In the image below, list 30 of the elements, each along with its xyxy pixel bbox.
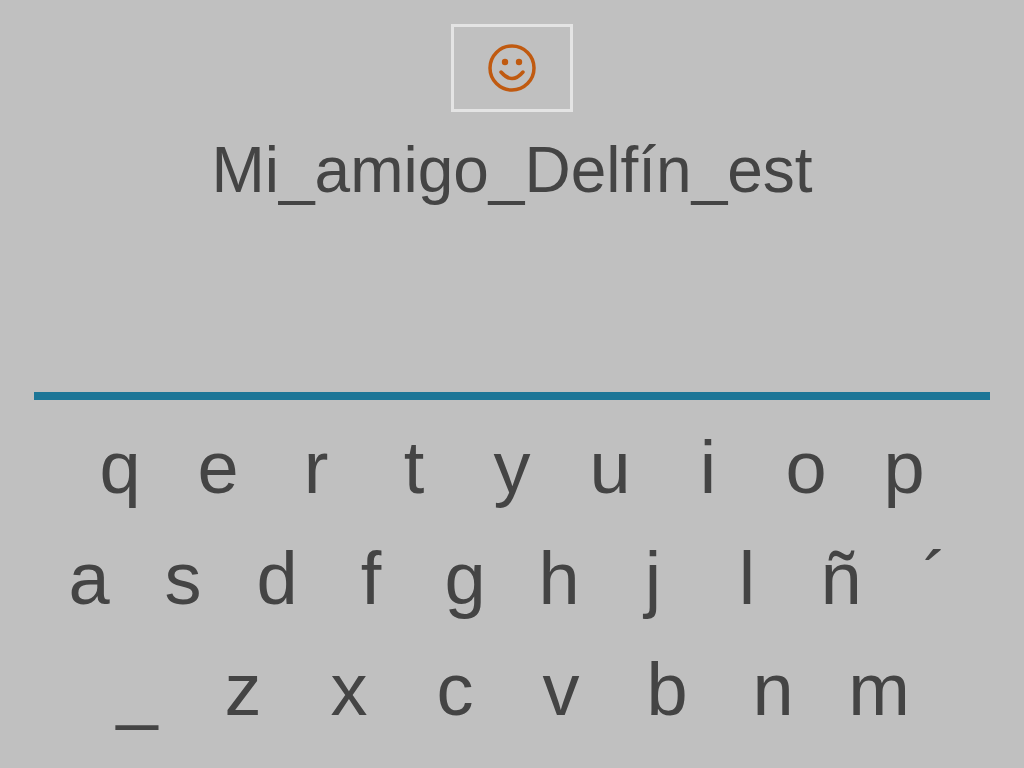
letter-key[interactable]: b xyxy=(622,644,712,735)
letter-key[interactable]: v xyxy=(516,644,606,735)
letter-key[interactable]: e xyxy=(173,422,263,513)
letter-key[interactable]: f xyxy=(326,533,416,624)
letter-key[interactable]: t xyxy=(369,422,459,513)
letter-key[interactable]: m xyxy=(834,644,924,735)
letter-key[interactable]: ´ xyxy=(890,533,980,624)
letter-key[interactable]: ñ xyxy=(796,533,886,624)
letter-key[interactable]: g xyxy=(420,533,510,624)
smiley-button[interactable] xyxy=(451,24,573,112)
letter-key[interactable]: z xyxy=(198,644,288,735)
letter-key[interactable]: h xyxy=(514,533,604,624)
smiley-icon xyxy=(487,43,537,93)
letter-key[interactable]: x xyxy=(304,644,394,735)
letter-key[interactable]: a xyxy=(44,533,134,624)
letter-key[interactable]: n xyxy=(728,644,818,735)
letter-key[interactable]: l xyxy=(702,533,792,624)
letter-key[interactable]: o xyxy=(761,422,851,513)
letter-key[interactable]: q xyxy=(75,422,165,513)
letter-key[interactable]: d xyxy=(232,533,322,624)
letter-key[interactable]: y xyxy=(467,422,557,513)
letter-key[interactable]: r xyxy=(271,422,361,513)
letter-key[interactable]: _ xyxy=(92,644,182,735)
letter-key[interactable]: p xyxy=(859,422,949,513)
letter-key[interactable]: c xyxy=(410,644,500,735)
letter-key[interactable]: i xyxy=(663,422,753,513)
letter-key[interactable]: s xyxy=(138,533,228,624)
answer-text: Mi_amigo_Delfín_est xyxy=(211,133,813,208)
letter-key[interactable]: j xyxy=(608,533,698,624)
letter-key[interactable]: u xyxy=(565,422,655,513)
